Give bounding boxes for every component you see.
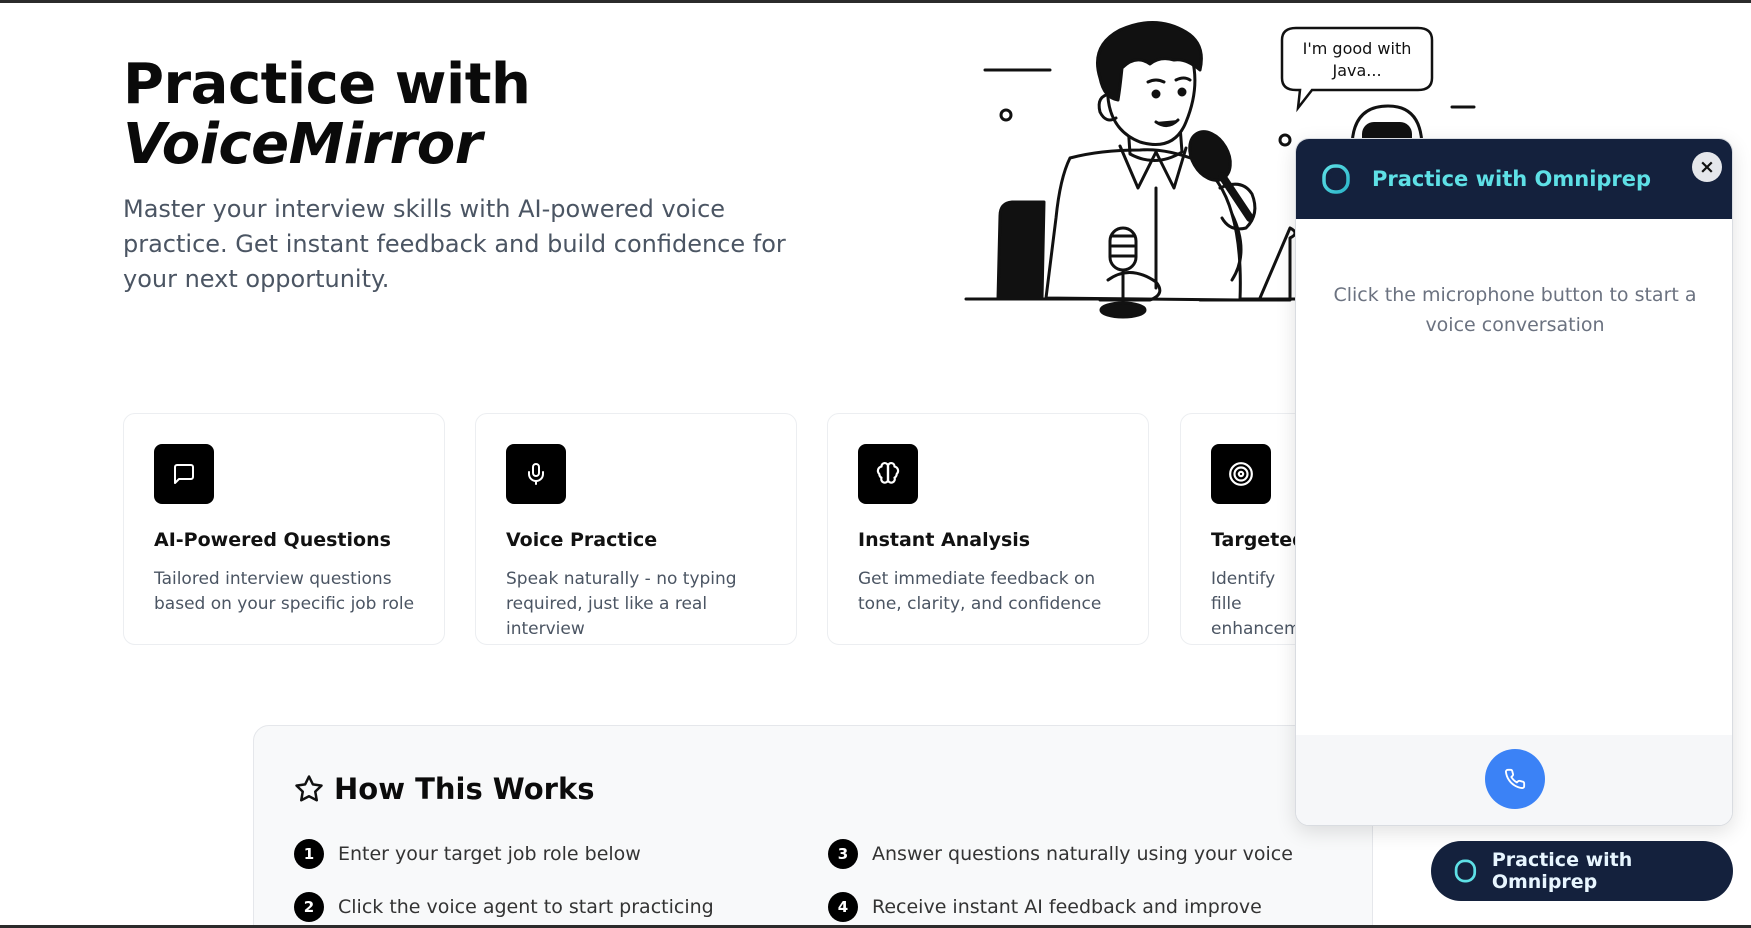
widget-footer [1296,735,1732,825]
omniprep-logo-icon [1454,859,1477,883]
how-this-works-section: How This Works 1 Enter your target job r… [253,725,1373,928]
feature-desc: Tailored interview questions based on yo… [154,569,415,614]
phone-icon [1505,768,1526,789]
speech-bubble-line1: I'm good with [1303,39,1412,58]
step-item: 3 Answer questions naturally using your … [828,839,1293,869]
step-text: Receive instant AI feedback and improve [872,896,1262,918]
feature-title: Targeted [1211,529,1306,551]
how-title: How This Works [294,772,595,806]
brain-icon [858,444,918,504]
speech-bubble-line2: Java... [1331,61,1381,80]
voice-chat-widget: Practice with Omniprep × Click the micro… [1295,138,1733,826]
step-number: 1 [294,839,324,869]
step-number: 3 [828,839,858,869]
omniprep-logo-icon [1322,164,1350,194]
widget-message: Click the microphone button to start a v… [1333,284,1697,336]
widget-header: Practice with Omniprep × [1296,139,1732,219]
step-text: Click the voice agent to start practicin… [338,896,714,918]
how-title-text: How This Works [334,772,595,806]
step-number: 2 [294,892,324,922]
feature-desc: Speak naturally - no typing required, ju… [506,569,737,639]
step-item: 2 Click the voice agent to start practic… [294,892,714,922]
feature-title: Instant Analysis [858,529,1031,551]
page: Practice with VoiceMirror Master your in… [0,0,1751,928]
hero-title: Practice with VoiceMirror [123,52,531,177]
step-text: Enter your target job role below [338,843,641,865]
feature-desc: Get immediate feedback on tone, clarity,… [858,569,1102,614]
hero-title-line1: Practice with [123,52,531,117]
hero-title-line2: VoiceMirror [123,112,482,177]
hero-subtitle: Master your interview skills with AI-pow… [123,195,786,293]
feature-title: AI-Powered Questions [154,529,391,551]
top-border [0,0,1751,3]
step-number: 4 [828,892,858,922]
step-item: 1 Enter your target job role below [294,839,641,869]
feature-title: Voice Practice [506,529,658,551]
feature-card-instant-analysis: Instant Analysis Get immediate feedback … [827,413,1149,645]
launcher-button[interactable]: Practice with Omniprep [1431,841,1733,901]
feature-card-voice-practice: Voice Practice Speak naturally - no typi… [475,413,797,645]
widget-title: Practice with Omniprep [1372,167,1652,191]
microphone-icon [506,444,566,504]
close-button[interactable]: × [1692,152,1722,182]
feature-desc: Identify fille enhanceme [1211,569,1301,639]
star-icon [295,775,323,802]
target-icon [1211,444,1271,504]
step-text: Answer questions naturally using your vo… [872,843,1293,865]
launcher-label: Practice with Omniprep [1491,849,1633,893]
feature-card-ai-questions: AI-Powered Questions Tailored interview … [123,413,445,645]
call-button[interactable] [1485,749,1545,809]
message-square-icon [154,444,214,504]
speech-bubble: I'm good with Java... [1280,26,1434,113]
step-item: 4 Receive instant AI feedback and improv… [828,892,1262,922]
